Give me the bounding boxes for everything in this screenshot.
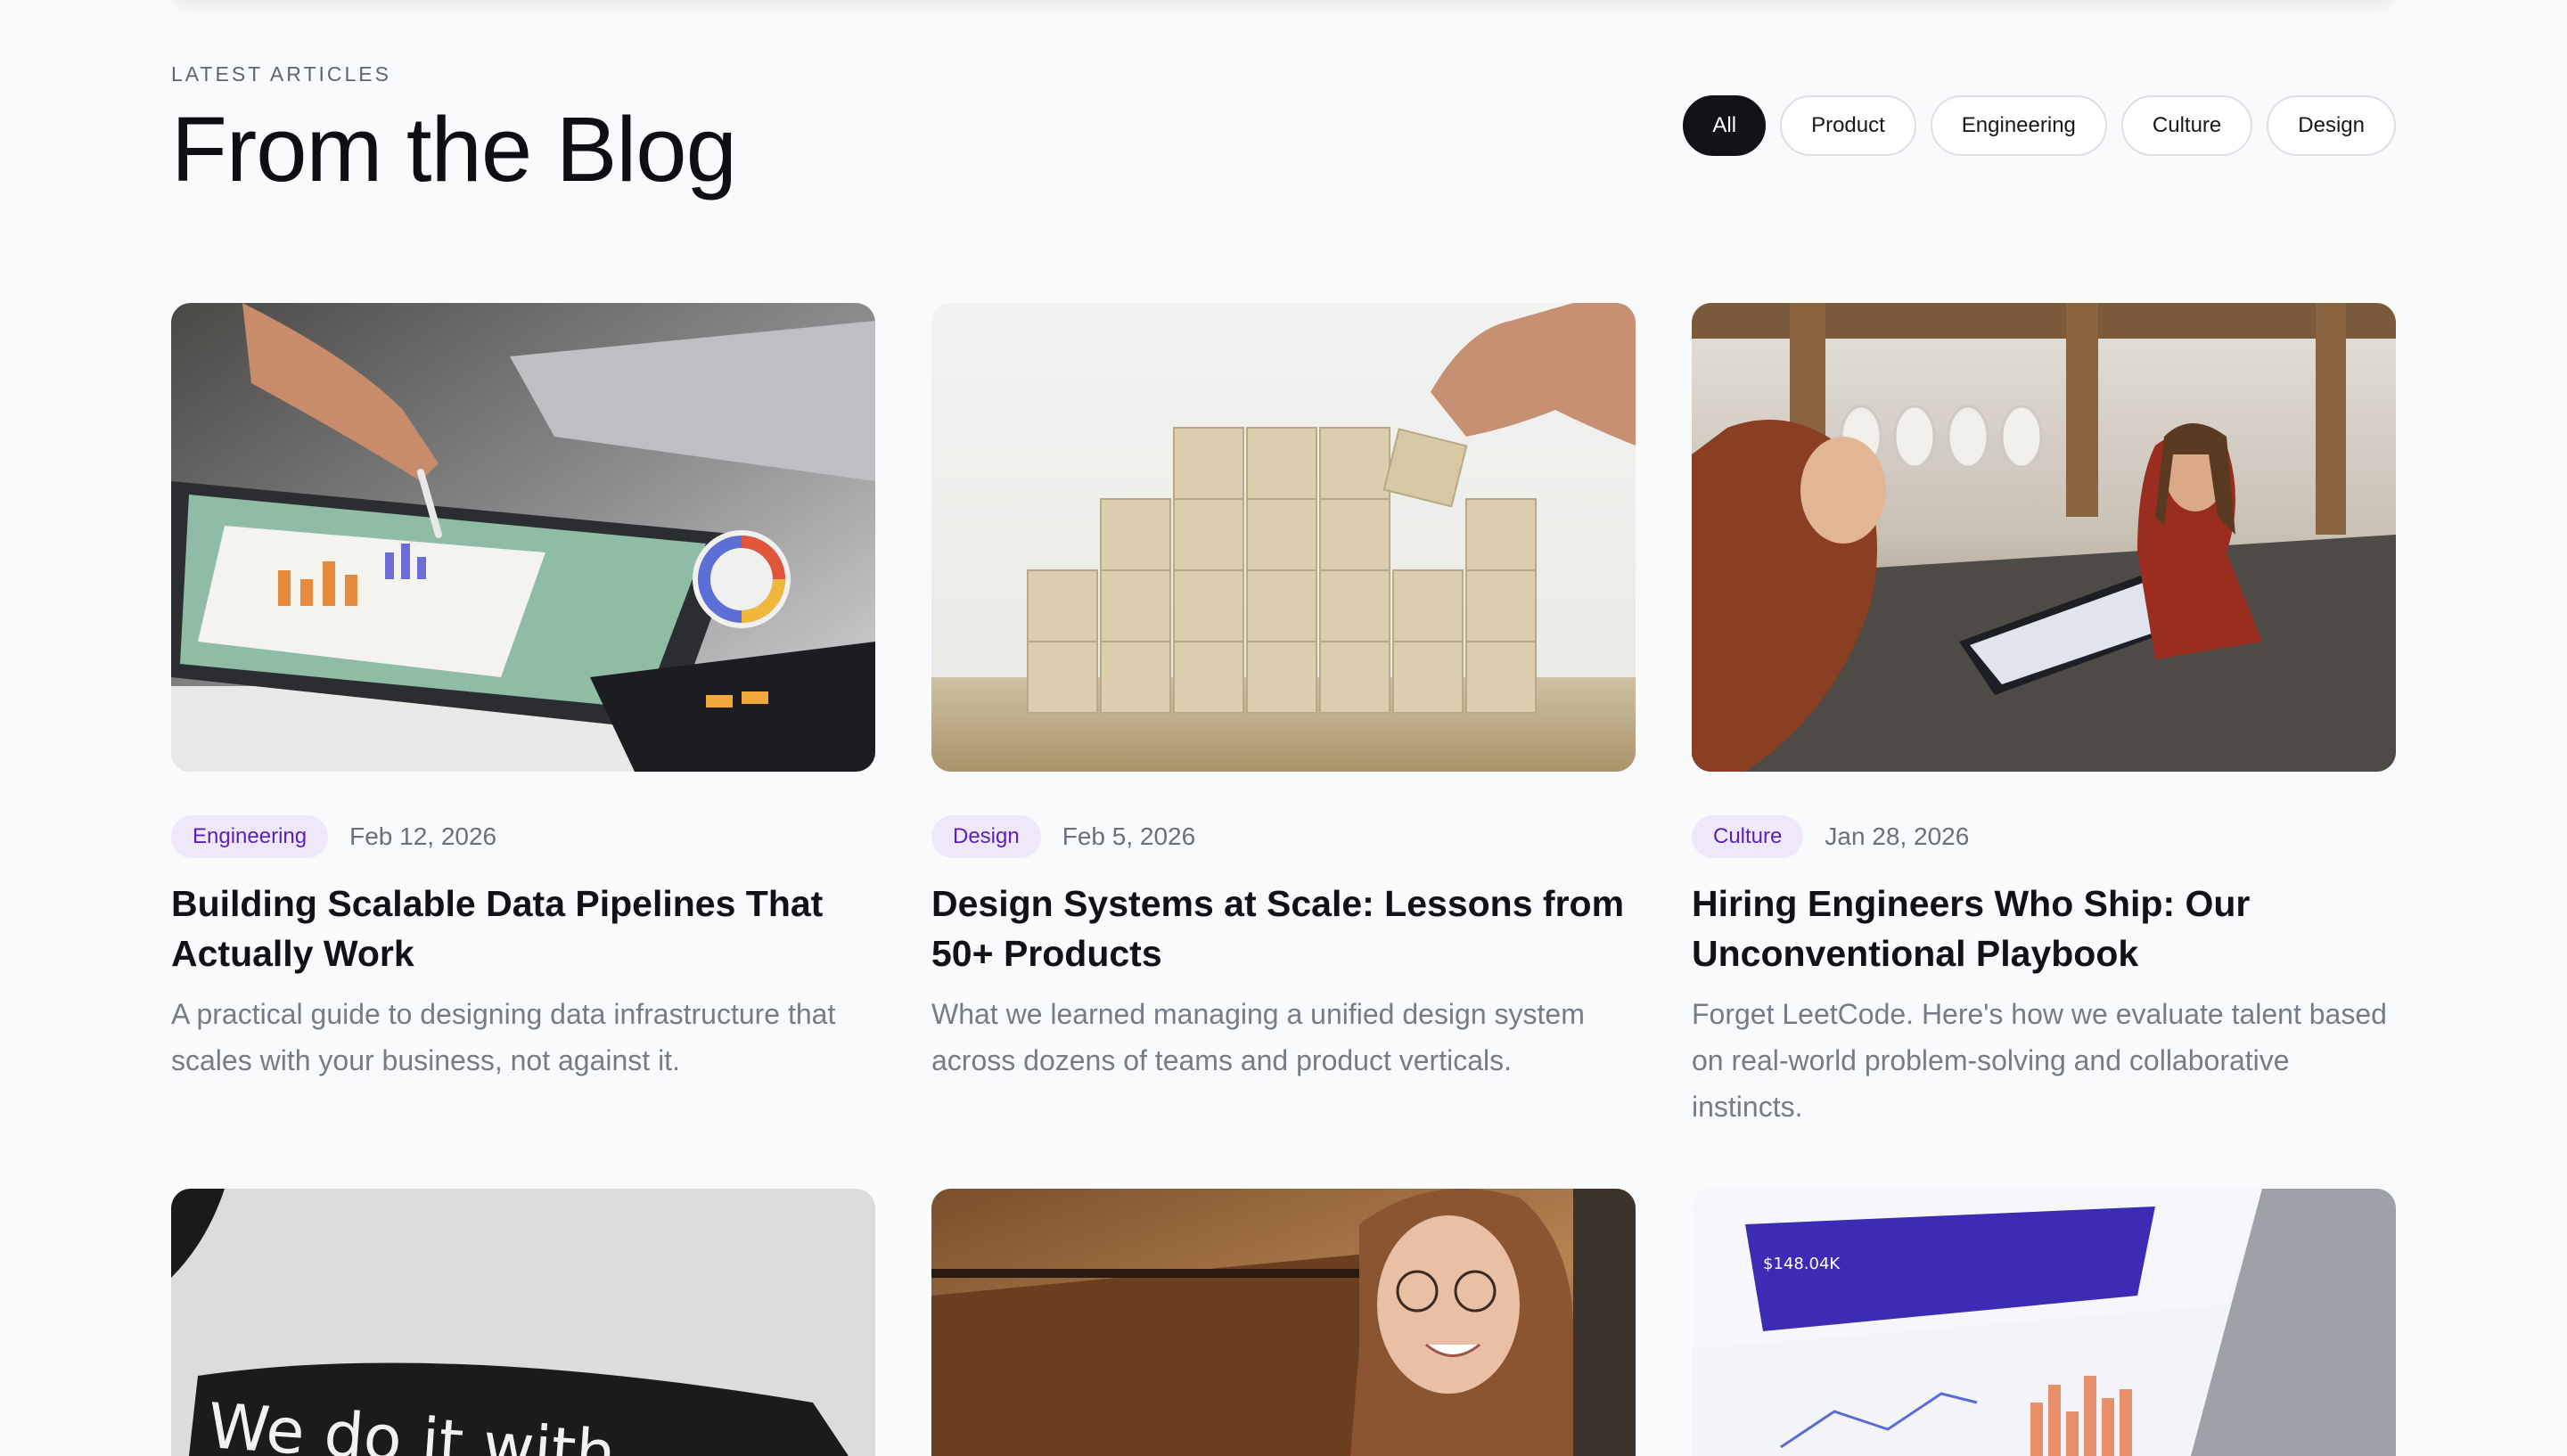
filter-culture-chip[interactable]: Culture: [2120, 95, 2253, 156]
dashboard-laptop-photo: $148.04K: [1692, 1189, 2396, 1456]
category-tag[interactable]: Culture: [1692, 815, 1804, 858]
category-tag[interactable]: Design: [931, 815, 1041, 858]
article-card[interactable]: $148.04K: [1692, 1189, 2396, 1456]
category-tag[interactable]: Engineering: [171, 815, 329, 858]
filter-engineering-chip[interactable]: Engineering: [1930, 95, 2107, 156]
article-thumbnail[interactable]: [171, 303, 875, 772]
page-title: From the Blog: [171, 98, 737, 200]
filter-design-chip[interactable]: Design: [2267, 95, 2396, 156]
filter-all-chip[interactable]: All: [1683, 95, 1767, 156]
article-title[interactable]: Hiring Engineers Who Ship: Our Unconvent…: [1692, 879, 2396, 978]
article-thumbnail[interactable]: [931, 1189, 1636, 1456]
article-card[interactable]: [931, 1189, 1636, 1456]
tshirt-photo: We do it with: [171, 1189, 875, 1456]
smiling-woman-photo: [931, 1189, 1636, 1456]
blog-header: LATEST ARTICLES From the Blog All Produc…: [171, 62, 2396, 205]
article-thumbnail[interactable]: [1692, 303, 2396, 772]
wooden-blocks-photo: [931, 303, 1636, 772]
filter-product-chip[interactable]: Product: [1780, 95, 1916, 156]
dashboard-figure: $148.04K: [1763, 1255, 1841, 1273]
article-excerpt: Forget LeetCode. Here's how we evaluate …: [1692, 998, 2387, 1123]
article-card[interactable]: We do it with: [171, 1189, 875, 1456]
article-title[interactable]: Building Scalable Data Pipelines That Ac…: [171, 879, 875, 978]
article-title[interactable]: Design Systems at Scale: Lessons from 50…: [931, 879, 1636, 978]
category-filters: All Product Engineering Culture Design: [1683, 95, 2396, 156]
article-excerpt: What we learned managing a unified desig…: [931, 998, 1585, 1076]
publish-date: Feb 5, 2026: [1062, 822, 1196, 850]
article-thumbnail[interactable]: We do it with: [171, 1189, 875, 1456]
tablet-charts-photo: [171, 303, 875, 772]
article-card[interactable]: Design Feb 5, 2026 Design Systems at Sca…: [931, 303, 1636, 1084]
section-eyebrow: LATEST ARTICLES: [171, 62, 391, 86]
article-thumbnail[interactable]: [931, 303, 1636, 772]
office-meeting-photo: [1692, 303, 2396, 772]
publish-date: Jan 28, 2026: [1825, 822, 1970, 850]
publish-date: Feb 12, 2026: [349, 822, 497, 850]
article-excerpt: A practical guide to designing data infr…: [171, 998, 836, 1076]
article-card[interactable]: Culture Jan 28, 2026 Hiring Engineers Wh…: [1692, 303, 2396, 1130]
article-card[interactable]: Engineering Feb 12, 2026 Building Scalab…: [171, 303, 875, 1084]
article-thumbnail[interactable]: $148.04K: [1692, 1189, 2396, 1456]
